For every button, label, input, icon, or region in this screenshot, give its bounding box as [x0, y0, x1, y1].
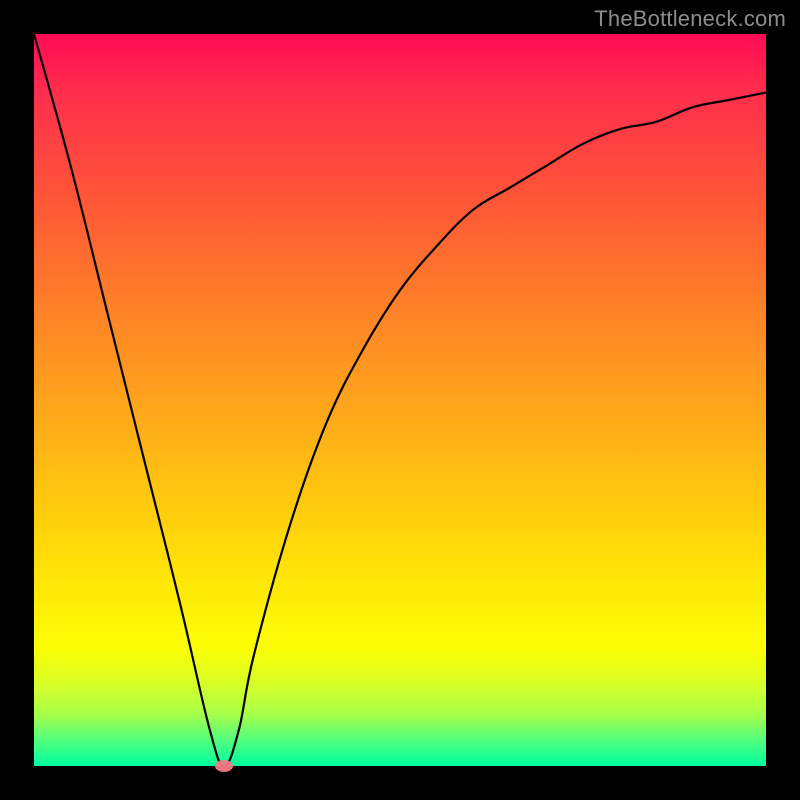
- plot-area: [34, 34, 766, 766]
- bottleneck-curve: [34, 34, 766, 766]
- watermark-text: TheBottleneck.com: [594, 6, 786, 32]
- chart-frame: TheBottleneck.com: [0, 0, 800, 800]
- minimum-marker: [215, 760, 233, 772]
